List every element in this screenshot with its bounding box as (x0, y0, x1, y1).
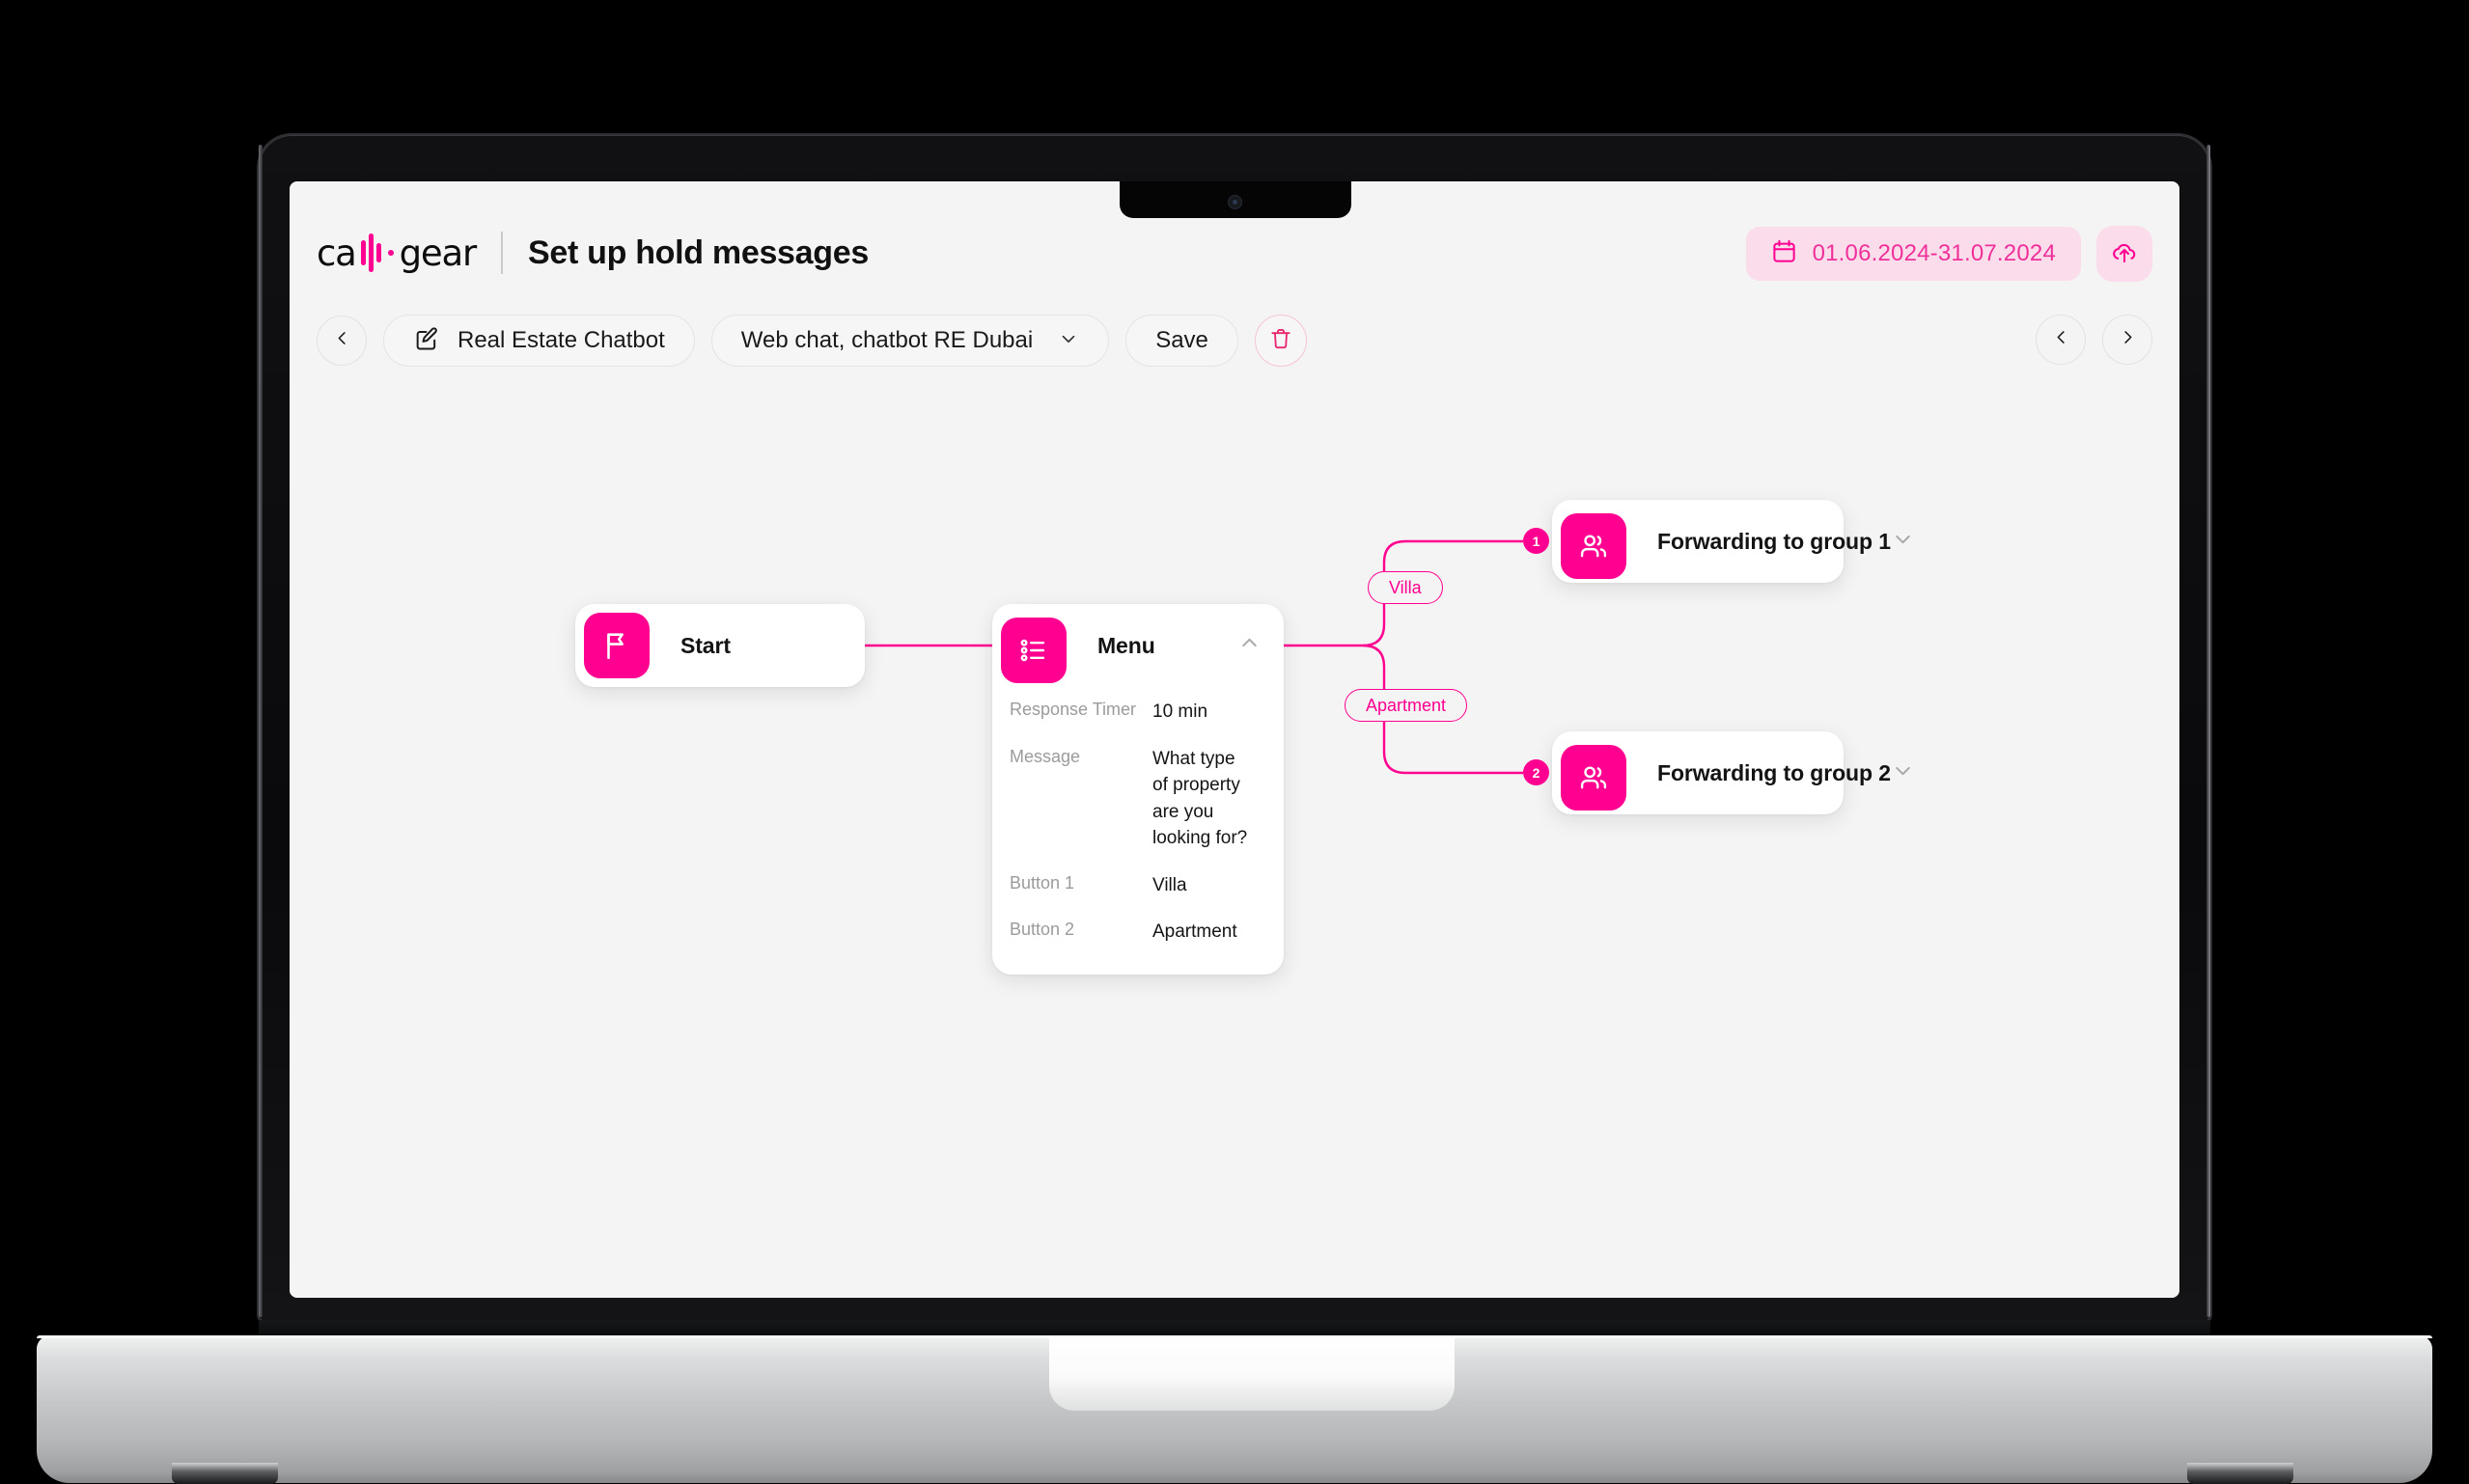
flow-canvas[interactable]: Villa Apartment Start Menu Response Time… (290, 384, 2179, 1298)
toolbar: Real Estate Chatbot Web chat, chatbot RE… (317, 315, 1307, 367)
users-group-icon (1561, 744, 1626, 811)
header-divider (500, 232, 503, 274)
flag-icon (584, 613, 650, 678)
calendar-icon (1771, 238, 1797, 269)
list-icon (1001, 617, 1067, 683)
chatbot-name-label: Real Estate Chatbot (458, 327, 665, 353)
flow-node-menu-header[interactable]: Menu (992, 604, 1284, 687)
laptop-camera (1228, 195, 1242, 209)
application-window: ca gear Set up hold messages 01.06.2024-… (290, 181, 2179, 1298)
logo-waveform-icon (360, 234, 381, 272)
chatbot-name-field[interactable]: Real Estate Chatbot (383, 315, 695, 367)
users-group-icon (1561, 512, 1626, 579)
menu-field-row: Message What type of property are you lo… (1010, 746, 1257, 852)
flow-port-badge-1[interactable]: 1 (1523, 528, 1549, 554)
edge-label-villa[interactable]: Villa (1368, 571, 1443, 604)
laptop-foot-left (172, 1463, 278, 1484)
chevron-down-icon (1891, 527, 1915, 556)
chevron-down-icon (1891, 758, 1915, 787)
channel-select[interactable]: Web chat, chatbot RE Dubai (710, 315, 1110, 367)
flow-node-forward-1-title: Forwarding to group 1 (1657, 528, 1891, 554)
logo-text-suffix: gear (399, 232, 478, 274)
chevron-left-icon (333, 329, 351, 352)
menu-field-value: Apartment (1152, 921, 1237, 943)
laptop-mockup: ca gear Set up hold messages 01.06.2024-… (0, 0, 2469, 1484)
chevron-left-icon (2052, 328, 2070, 351)
laptop-base-lip (1049, 1335, 1455, 1411)
menu-field-row: Response Timer 10 min (1010, 699, 1257, 726)
save-button-label: Save (1155, 327, 1208, 353)
laptop-screen: ca gear Set up hold messages 01.06.2024-… (290, 181, 2179, 1298)
flow-node-menu-details: Response Timer 10 min Message What type … (992, 687, 1284, 975)
cloud-upload-button[interactable] (2096, 226, 2152, 282)
save-button[interactable]: Save (1125, 315, 1238, 367)
menu-field-value: 10 min (1152, 701, 1208, 722)
logo-dot-icon (387, 250, 394, 256)
menu-field-label: Message (1010, 746, 1081, 766)
flow-node-start-title: Start (680, 632, 731, 658)
date-range-text: 01.06.2024-31.07.2024 (1812, 240, 2056, 266)
canvas-pagination (2036, 315, 2152, 365)
menu-field-row: Button 1 Villa (1010, 872, 1257, 899)
flow-port-badge-2[interactable]: 2 (1523, 759, 1549, 785)
chevron-down-icon (1058, 328, 1079, 354)
brand-block: ca gear Set up hold messages (317, 232, 869, 274)
cloud-upload-icon (2110, 237, 2139, 271)
flow-node-forward-1-expand-button[interactable] (1891, 527, 1915, 556)
toolbar-back-button[interactable] (317, 316, 367, 366)
canvas-next-button[interactable] (2102, 315, 2152, 365)
menu-field-label: Button 1 (1010, 872, 1075, 893)
edit-pencil-icon (413, 325, 440, 357)
chevron-up-icon (1237, 631, 1262, 660)
menu-field-label: Button 2 (1010, 920, 1075, 940)
canvas-prev-button[interactable] (2036, 315, 2086, 365)
flow-node-forward-2-expand-button[interactable] (1891, 758, 1915, 787)
laptop-foot-right (2187, 1463, 2293, 1484)
flow-node-forward-1[interactable]: Forwarding to group 1 (1552, 500, 1910, 583)
laptop-lid-edge-right (2206, 145, 2210, 1317)
laptop-lid-edge-left (259, 145, 263, 1317)
menu-field-value: What type of property are you looking fo… (1152, 748, 1248, 849)
edge-label-apartment[interactable]: Apartment (1345, 689, 1468, 722)
flow-node-menu-title: Menu (1097, 632, 1155, 658)
laptop-hinge (259, 1320, 2210, 1335)
flow-node-forward-2-title: Forwarding to group 2 (1657, 759, 1891, 785)
header-actions: 01.06.2024-31.07.2024 (1745, 226, 2152, 282)
date-range-picker[interactable]: 01.06.2024-31.07.2024 (1745, 227, 2081, 281)
flow-node-start[interactable]: Start (575, 604, 865, 687)
menu-field-label: Response Timer (1010, 700, 1137, 719)
flow-node-menu[interactable]: Menu Response Timer 10 min Message What … (992, 604, 1284, 975)
flow-node-menu-collapse-button[interactable] (1228, 624, 1270, 667)
callgear-logo[interactable]: ca gear (317, 232, 478, 274)
delete-button[interactable] (1254, 315, 1307, 367)
menu-field-value: Villa (1152, 874, 1187, 895)
trash-icon (1268, 326, 1293, 356)
page-title: Set up hold messages (527, 234, 869, 271)
logo-text-prefix: ca (317, 232, 357, 274)
channel-select-label: Web chat, chatbot RE Dubai (740, 327, 1034, 353)
chevron-right-icon (2119, 328, 2137, 351)
flow-node-forward-2[interactable]: Forwarding to group 2 (1552, 731, 1910, 814)
menu-field-row: Button 2 Apartment (1010, 919, 1257, 946)
